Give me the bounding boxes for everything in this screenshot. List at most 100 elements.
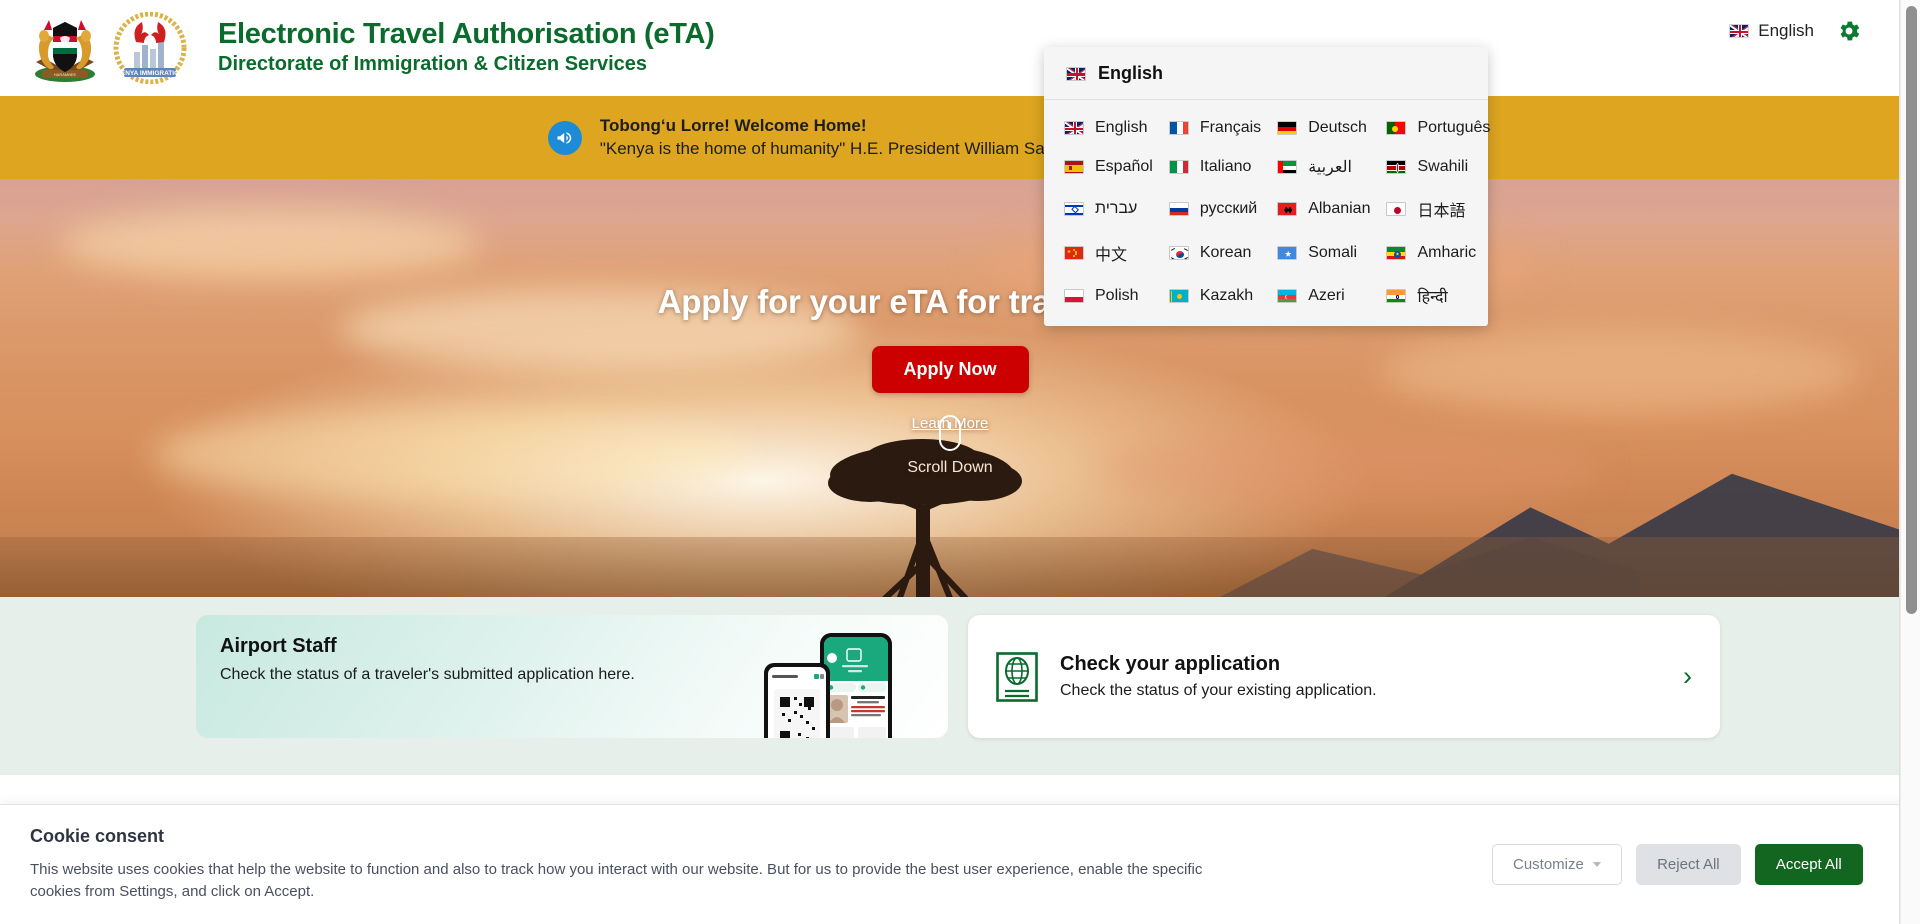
language-option-19[interactable]: Azeri — [1269, 280, 1378, 312]
gear-icon[interactable] — [1836, 18, 1862, 44]
azerbaijan-flag-icon — [1277, 289, 1298, 303]
france-flag-icon — [1168, 121, 1189, 135]
site-subtitle: Directorate of Immigration & Citizen Ser… — [218, 53, 648, 76]
chevron-right-icon[interactable]: › — [1683, 663, 1692, 690]
uk-flag-icon — [1729, 24, 1750, 38]
kenya-coat-of-arms-logo: HARAMBEE — [35, 20, 95, 82]
language-option-20[interactable]: हिन्दी — [1378, 280, 1498, 312]
language-option-18[interactable]: Kazakh — [1161, 280, 1269, 312]
language-dropdown-panel: English English Français Deutsch Português E… — [1044, 47, 1490, 326]
accept-all-button[interactable]: Accept All — [1754, 844, 1863, 885]
cookie-consent-actions: Customize Reject All Accept All — [1492, 844, 1863, 885]
page-scrollbar-track[interactable] — [1900, 0, 1920, 924]
language-option-label: русский — [1199, 200, 1258, 217]
globe-document-icon — [996, 651, 1038, 702]
check-application-card[interactable]: Check your application Check the status … — [968, 615, 1720, 738]
page-scrollbar-thumb[interactable] — [1906, 6, 1917, 614]
header-actions: English — [1729, 18, 1862, 44]
chevron-down-icon — [1592, 862, 1601, 867]
airport-staff-card[interactable]: Airport Staff Check the status of a trav… — [196, 615, 948, 738]
language-option-8[interactable]: Swahili — [1378, 152, 1498, 182]
phone-mockup-image — [764, 633, 892, 738]
germany-flag-icon — [1277, 121, 1298, 135]
language-option-label: Português — [1417, 119, 1491, 136]
svg-text:KENYA IMMIGRATION: KENYA IMMIGRATION — [116, 70, 184, 77]
kazakhstan-flag-icon — [1168, 289, 1189, 303]
poland-flag-icon — [1064, 289, 1084, 303]
language-option-label: Amharic — [1417, 244, 1477, 261]
site-header: HARAMBEE KENYA IMMIGRATION Electronic Tr… — [0, 0, 1900, 96]
language-option-label: Azeri — [1308, 287, 1345, 304]
language-option-6[interactable]: Italiano — [1161, 152, 1269, 182]
language-option-label: עברית — [1095, 200, 1138, 217]
quick-actions-section: Airport Staff Check the status of a trav… — [0, 597, 1900, 775]
hero-headline: Apply for your eTA for travel to Kenya — [657, 283, 1243, 320]
south-korea-flag-icon — [1168, 246, 1189, 260]
kenya-immigration-logo: KENYA IMMIGRATION — [113, 12, 187, 84]
language-option-9[interactable]: עברית — [1056, 192, 1161, 226]
language-option-label: Polish — [1095, 287, 1139, 304]
customize-cookies-button[interactable]: Customize — [1492, 844, 1622, 885]
language-selector-button[interactable]: English — [1729, 21, 1814, 41]
ethiopia-flag-icon — [1386, 246, 1407, 260]
language-option-10[interactable]: русский — [1161, 192, 1269, 226]
check-application-description: Check the status of your existing applic… — [1060, 682, 1377, 699]
language-options-grid: English Français Deutsch Português Español It… — [1044, 100, 1490, 312]
language-option-label: Swahili — [1417, 158, 1469, 175]
spain-flag-icon — [1064, 160, 1084, 174]
language-option-label: हिन्दी — [1417, 289, 1448, 306]
customize-label: Customize — [1513, 856, 1584, 873]
portugal-flag-icon — [1386, 121, 1407, 135]
somalia-flag-icon — [1277, 246, 1298, 260]
logo-group: HARAMBEE KENYA IMMIGRATION — [24, 12, 188, 84]
cookie-consent-bar: Cookie consent This website uses cookies… — [0, 804, 1920, 924]
language-option-2[interactable]: Français — [1161, 114, 1269, 142]
language-option-label: العربية — [1308, 159, 1352, 176]
language-option-17[interactable]: Polish — [1056, 280, 1161, 312]
brand-block: Electronic Travel Authorisation (eTA) Di… — [218, 17, 715, 77]
language-option-label: Korean — [1199, 244, 1252, 261]
language-option-14[interactable]: Korean — [1161, 236, 1269, 270]
site-title: Electronic Travel Authorisation (eTA) — [218, 17, 715, 50]
language-option-label: 日本語 — [1417, 203, 1466, 220]
announcement-banner: Tobong‘u Lorre! Welcome Home! "Kenya is … — [0, 96, 1900, 179]
language-option-label: Italiano — [1199, 158, 1252, 175]
language-option-label: 中文 — [1095, 247, 1128, 264]
language-option-5[interactable]: Español — [1056, 152, 1161, 182]
hero-section: Apply for your eTA for travel to Kenya A… — [0, 179, 1900, 597]
language-selector-label: English — [1758, 21, 1814, 40]
language-option-label: Français — [1199, 119, 1262, 136]
airport-staff-title: Airport Staff — [220, 635, 337, 657]
language-option-1[interactable]: English — [1056, 114, 1161, 142]
language-option-3[interactable]: Deutsch — [1269, 114, 1378, 142]
apply-now-button[interactable]: Apply Now — [871, 346, 1029, 393]
kenya-flag-icon — [1386, 160, 1407, 174]
airport-staff-description: Check the status of a traveler's submitt… — [220, 666, 635, 683]
reject-all-button[interactable]: Reject All — [1635, 844, 1741, 885]
check-application-title: Check your application — [1060, 653, 1281, 675]
albania-flag-icon — [1277, 202, 1298, 216]
language-option-12[interactable]: 日本語 — [1378, 192, 1498, 226]
hero-content: Apply for your eTA for travel to Kenya A… — [0, 179, 1900, 432]
language-option-7[interactable]: العربية — [1269, 152, 1378, 182]
israel-flag-icon — [1064, 202, 1084, 216]
language-option-label: Albanian — [1308, 200, 1371, 217]
italy-flag-icon — [1168, 160, 1189, 174]
uk-flag-icon — [1064, 121, 1084, 135]
language-option-11[interactable]: Albanian — [1269, 192, 1378, 226]
cookie-consent-title: Cookie consent — [30, 825, 165, 846]
china-flag-icon — [1064, 246, 1084, 260]
language-option-4[interactable]: Português — [1378, 114, 1498, 142]
language-option-16[interactable]: Amharic — [1378, 236, 1498, 270]
language-option-15[interactable]: Somali — [1269, 236, 1378, 270]
svg-text:HARAMBEE: HARAMBEE — [54, 72, 77, 77]
language-dropdown-current: English — [1044, 47, 1488, 100]
india-flag-icon — [1386, 289, 1407, 303]
cookie-consent-description: This website uses cookies that help the … — [30, 860, 1203, 901]
language-option-13[interactable]: 中文 — [1056, 236, 1161, 270]
mouse-scroll-icon — [939, 415, 961, 451]
language-option-label: Kazakh — [1199, 287, 1254, 304]
scroll-down-indicator[interactable]: Scroll Down — [0, 415, 1900, 477]
russia-flag-icon — [1168, 202, 1189, 216]
japan-flag-icon — [1386, 202, 1407, 216]
